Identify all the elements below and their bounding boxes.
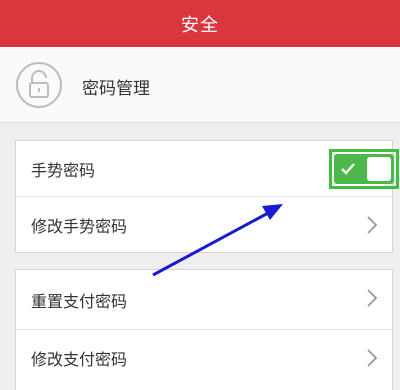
- chevron-right-icon: [367, 289, 378, 307]
- gesture-password-card: 手势密码 修改手势密码: [15, 140, 399, 253]
- security-page: 安全 密码管理 手势密码 修改手势密码 重置支付密码 修改支付密码: [0, 0, 400, 390]
- password-management-section: 密码管理: [0, 47, 400, 123]
- gesture-password-label: 手势密码: [31, 160, 96, 180]
- toggle-knob: [367, 157, 391, 181]
- check-icon: [341, 163, 355, 175]
- title-bar: 安全: [0, 0, 400, 47]
- reset-payment-password-label: 重置支付密码: [31, 291, 128, 311]
- toggle-highlight-box: [329, 149, 399, 189]
- modify-payment-password-label: 修改支付密码: [31, 350, 128, 369]
- gesture-password-row: 手势密码: [16, 141, 399, 197]
- section-title: 密码管理: [82, 79, 150, 99]
- chevron-right-icon: [367, 349, 378, 367]
- reset-payment-password-row[interactable]: 重置支付密码: [16, 270, 392, 330]
- chevron-right-icon: [367, 216, 378, 234]
- lock-icon: [15, 61, 63, 109]
- payment-password-card: 重置支付密码 修改支付密码: [15, 269, 393, 390]
- modify-payment-password-row[interactable]: 修改支付密码: [16, 330, 392, 386]
- modify-gesture-password-label: 修改手势密码: [31, 217, 128, 236]
- modify-gesture-password-row[interactable]: 修改手势密码: [16, 197, 392, 253]
- gesture-password-toggle[interactable]: [334, 154, 394, 184]
- page-title: 安全: [181, 14, 219, 36]
